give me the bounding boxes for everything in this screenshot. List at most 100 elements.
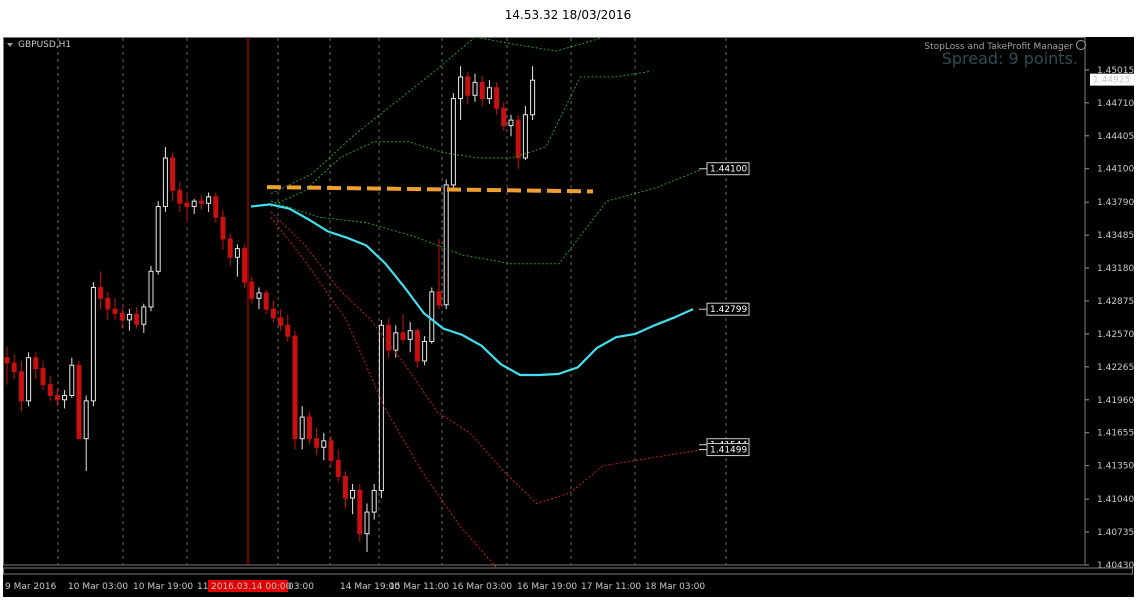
y-tick-label: 1.41960 (1097, 396, 1134, 406)
candle-body (429, 291, 435, 342)
candle-body (400, 332, 406, 340)
candle-body (191, 200, 197, 208)
y-tick-label: 1.40735 (1097, 528, 1134, 538)
x-tick-label: 10 Mar 19:00 (133, 582, 193, 592)
level-label-text: 1.41499 (710, 446, 747, 456)
symbol-label: GBPUSD,H1 (18, 40, 71, 50)
candle-body (530, 79, 536, 116)
candle-body (148, 270, 154, 308)
price-chart[interactable]: 1.450151.447101.444051.441001.437901.434… (3, 37, 1134, 597)
candle-body (4, 357, 10, 364)
candle-body (407, 330, 413, 340)
x-tick-label: 03:00 (288, 582, 314, 592)
candle-body (458, 76, 464, 100)
y-tick-label: 1.44405 (1097, 132, 1134, 142)
indicator-line (270, 37, 605, 195)
indicator-line (270, 211, 704, 505)
candle-body (119, 312, 125, 321)
candle-body (83, 400, 89, 440)
y-tick-label: 1.42875 (1097, 297, 1134, 307)
x-tick-label: 11 (197, 582, 208, 592)
y-tick-label: 1.42570 (1097, 330, 1134, 340)
candle-body (69, 364, 75, 396)
symbol-dropdown-icon[interactable] (7, 43, 13, 47)
candle-body (342, 475, 348, 499)
candle-body (177, 189, 183, 204)
candle-body (227, 238, 233, 258)
candle-body (184, 202, 190, 208)
candle-body (414, 330, 420, 362)
candle-body (278, 317, 284, 326)
candle-body (436, 291, 442, 306)
candle-body (33, 357, 39, 369)
candle-body (126, 313, 132, 321)
highlighted-time-label: 2016.03.14 00:00 (211, 582, 292, 592)
candle-body (170, 157, 176, 191)
y-tick-label: 1.40430 (1097, 561, 1134, 571)
candle-body (98, 287, 104, 299)
candle-body (335, 459, 341, 477)
candle-body (522, 114, 528, 159)
candle-body (443, 184, 449, 306)
candle-body (18, 371, 24, 402)
candle-body (314, 438, 320, 448)
x-tick-label: 16 Mar 19:00 (517, 582, 577, 592)
candle-body (371, 489, 377, 513)
candle-body (234, 248, 240, 258)
candle-body (386, 324, 392, 351)
indicator-line (266, 185, 594, 194)
y-tick-label: 1.44710 (1097, 99, 1134, 109)
candle-body (299, 416, 305, 440)
candle-body (220, 216, 226, 240)
candle-body (26, 357, 32, 402)
indicator-line (270, 216, 498, 569)
y-tick-label: 1.41040 (1097, 495, 1134, 505)
candle-body (263, 292, 269, 310)
candle-body (494, 87, 500, 109)
candle-body (501, 107, 507, 127)
candle-body (213, 196, 219, 218)
y-tick-label: 1.43180 (1097, 264, 1134, 274)
y-tick-label: 1.44100 (1097, 165, 1134, 175)
horizontal-scrollbar[interactable] (3, 567, 1133, 575)
candle-body (54, 394, 60, 401)
y-tick-label: 1.42265 (1097, 363, 1134, 373)
x-tick-label: 10 Mar 03:00 (68, 582, 128, 592)
x-tick-label: 17 Mar 11:00 (581, 582, 641, 592)
current-price-label: 1.44925 (1093, 76, 1130, 86)
candle-body (285, 324, 291, 337)
x-tick-label: 9 Mar 2016 (5, 582, 57, 592)
candle-body (141, 306, 147, 325)
candle-body (76, 364, 82, 440)
candle-body (479, 81, 485, 100)
indicator-line (270, 168, 704, 265)
window-title: 14.53.32 18/03/2016 (504, 8, 632, 22)
candle-body (328, 440, 334, 461)
indicator-line (250, 203, 694, 377)
candle-body (105, 297, 111, 310)
plot-border (3, 37, 1086, 566)
candle-body (40, 367, 46, 386)
y-tick-label: 1.43790 (1097, 198, 1134, 208)
y-tick-label: 1.41350 (1097, 462, 1134, 472)
chart-window[interactable]: 1.45015 1.44710 1.44405 1.44100 1.43790 1.434… (3, 37, 1134, 597)
y-tick-label: 1.41655 (1097, 429, 1134, 439)
candle-body (270, 308, 276, 319)
candle-body (47, 384, 53, 396)
candle-body (393, 332, 399, 351)
candle-body (306, 416, 312, 440)
candle-body (422, 340, 428, 362)
candle-body (11, 362, 17, 373)
candle-body (350, 489, 356, 499)
level-label-text: 1.44100 (710, 165, 747, 175)
candle-body (364, 511, 370, 535)
candle-body (378, 324, 384, 491)
candle-body (486, 87, 492, 100)
x-tick-label: 16 Mar 03:00 (452, 582, 512, 592)
candle-body (465, 76, 471, 96)
candle-body (62, 394, 68, 401)
candle-body (292, 335, 298, 440)
candle-body (198, 200, 204, 204)
candle-body (134, 313, 140, 325)
candle-body (206, 196, 212, 204)
